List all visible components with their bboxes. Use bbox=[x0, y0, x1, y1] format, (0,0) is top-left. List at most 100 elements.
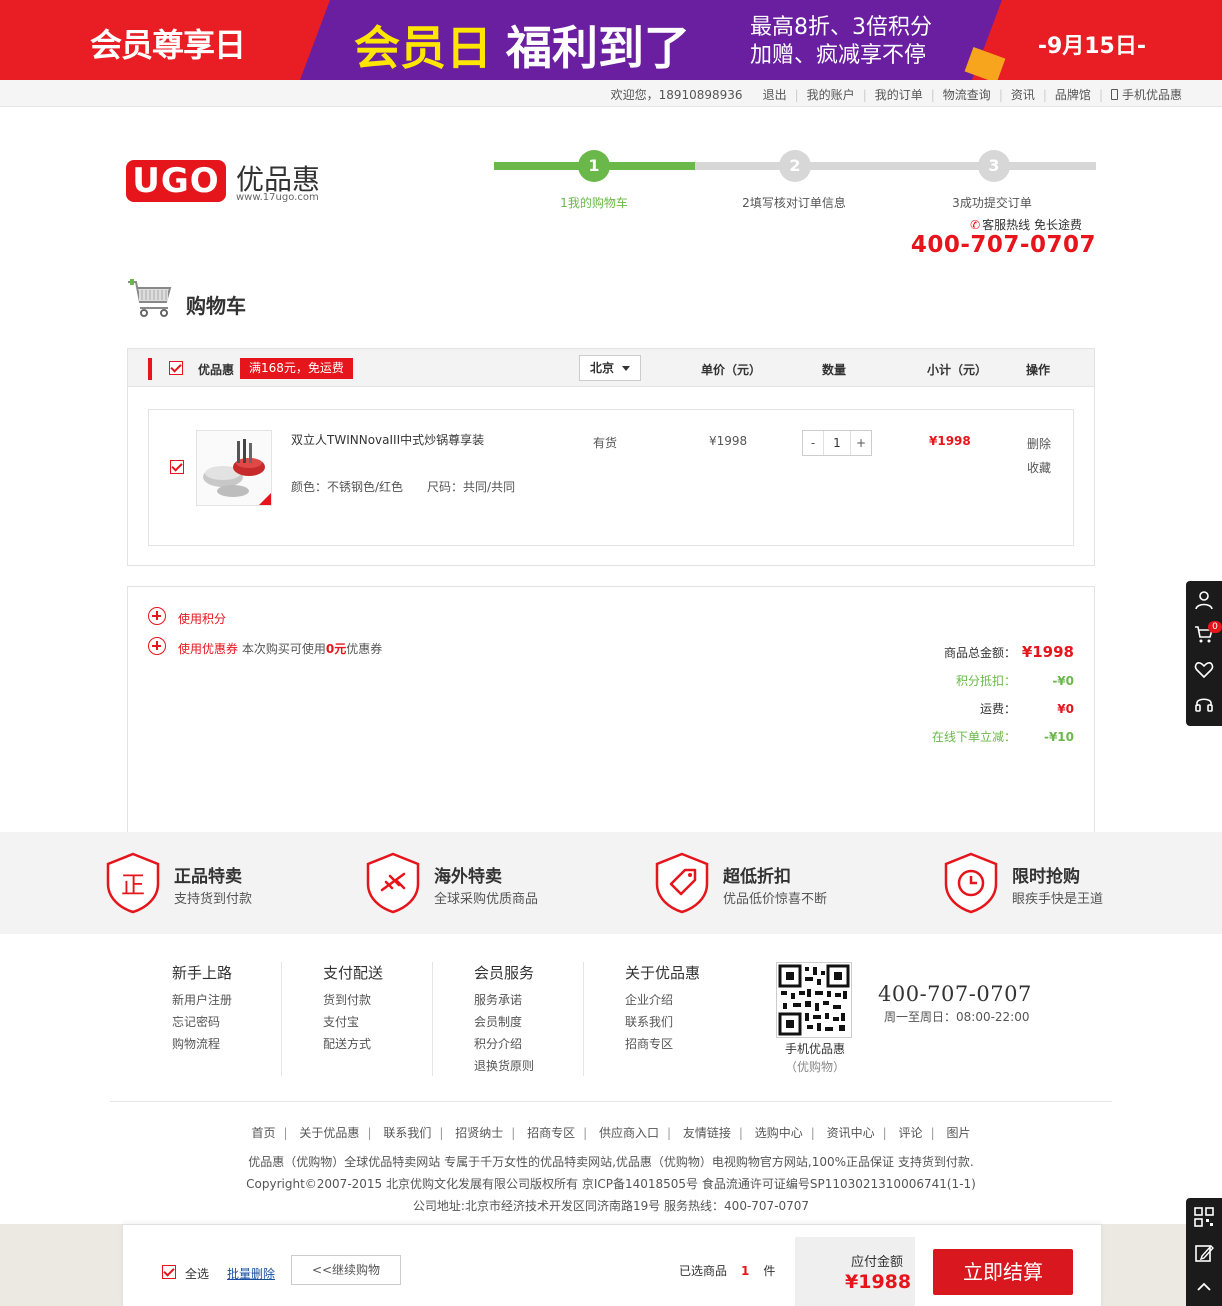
qr-caption-sub: （优购物） bbox=[784, 1060, 845, 1074]
footer-link[interactable]: 忘记密码 bbox=[172, 1011, 281, 1033]
logo-mark: UGO bbox=[126, 160, 226, 202]
footer-link-friends[interactable]: 友情链接 bbox=[683, 1126, 731, 1140]
footer-link-contact[interactable]: 联系我们 bbox=[383, 1126, 431, 1140]
genuine-glyph: 正 bbox=[121, 871, 145, 899]
use-coupon-line: 使用优惠券 本次购买可使用0元优惠券 bbox=[178, 640, 382, 657]
heart-icon[interactable] bbox=[1186, 653, 1222, 687]
separator: | bbox=[667, 1126, 672, 1140]
separator: | bbox=[367, 1126, 372, 1140]
footer-link[interactable]: 新用户注册 bbox=[172, 989, 281, 1011]
col-operations: 操作 bbox=[1026, 363, 1051, 377]
chevron-down-icon bbox=[622, 366, 630, 371]
product-name-link[interactable]: 双立人TWINNovaIII中式炒锅尊享装 bbox=[291, 428, 491, 452]
mobile-link[interactable]: 手机优品惠 bbox=[1110, 86, 1182, 103]
footer-link[interactable]: 支付宝 bbox=[323, 1011, 432, 1033]
my-account-link[interactable]: 我的账户 bbox=[807, 86, 855, 103]
headset-icon[interactable] bbox=[1186, 687, 1222, 721]
separator: | bbox=[930, 1126, 935, 1140]
footer-col-title: 支付配送 bbox=[323, 964, 384, 982]
product-image-icon bbox=[197, 431, 271, 505]
footer-link-images[interactable]: 图片 bbox=[946, 1126, 970, 1140]
add-points-icon[interactable] bbox=[148, 607, 166, 625]
welcome-text: 欢迎您，18910898936 bbox=[610, 88, 743, 102]
footer-link[interactable]: 退换货原则 bbox=[474, 1055, 583, 1077]
payable-label: 应付金额 bbox=[851, 1255, 904, 1270]
qty-input[interactable]: 1 bbox=[823, 431, 851, 455]
footer-link-news-center[interactable]: 资讯中心 bbox=[827, 1126, 875, 1140]
footer-link[interactable]: 服务承诺 bbox=[474, 989, 583, 1011]
footer-link-about[interactable]: 关于优品惠 bbox=[299, 1126, 359, 1140]
product-color: 颜色：不锈钢色/红色 bbox=[291, 480, 404, 494]
phone-icon: ✆ bbox=[970, 218, 981, 232]
shipping-value: ¥0 bbox=[1057, 702, 1074, 716]
cart-icon[interactable]: 0 bbox=[1186, 617, 1222, 651]
hotline-text: 客服热线 免长途费 bbox=[982, 218, 1082, 232]
footer-link[interactable]: 货到付款 bbox=[323, 989, 432, 1011]
footer-link[interactable]: 企业介绍 bbox=[625, 989, 735, 1011]
shop-select-checkbox[interactable] bbox=[169, 361, 183, 375]
item-operations: 删除 收藏 bbox=[1027, 432, 1051, 480]
footer-link-merchants[interactable]: 招商专区 bbox=[527, 1126, 575, 1140]
total-amount-label: 商品总金额： bbox=[943, 646, 1016, 660]
online-discount-label: 在线下单立减： bbox=[931, 730, 1016, 744]
checkout-steps: 1 2 3 1我的购物车 2填写核对订单信息 3成功提交订单 bbox=[494, 150, 1096, 210]
product-attributes: 颜色：不锈钢色/红色 尺码：共同/共同 bbox=[291, 478, 515, 495]
feature-subtitle: 支持货到付款 bbox=[174, 892, 253, 907]
product-thumbnail[interactable] bbox=[196, 430, 272, 506]
top-nav-bar: 欢迎您，18910898936 | 退出 | 我的账户 | 我的订单 | 物流查… bbox=[0, 80, 1222, 107]
step-1-circle: 1 bbox=[578, 150, 610, 182]
use-points-label: 使用积分 bbox=[178, 612, 227, 626]
site-logo[interactable]: UGO 优品惠 www.17ugo.com bbox=[126, 160, 320, 203]
back-to-top-icon[interactable] bbox=[1186, 1270, 1222, 1304]
feature-title: 海外特卖 bbox=[434, 867, 502, 887]
batch-delete-link[interactable]: 批量删除 bbox=[227, 1265, 275, 1282]
item-select-checkbox[interactable] bbox=[170, 460, 184, 474]
my-orders-link[interactable]: 我的订单 bbox=[875, 86, 923, 103]
continue-shopping-button[interactable]: <<继续购物 bbox=[291, 1255, 401, 1285]
footer-link-home[interactable]: 首页 bbox=[252, 1126, 276, 1140]
user-icon[interactable] bbox=[1186, 583, 1222, 617]
footer-link[interactable]: 会员制度 bbox=[474, 1011, 583, 1033]
side-toolbar: 0 bbox=[1186, 581, 1222, 726]
step-2-label: 2填写核对订单信息 bbox=[742, 196, 846, 210]
footer-link-reviews[interactable]: 评论 bbox=[899, 1126, 923, 1140]
qty-decrease-button[interactable]: - bbox=[803, 431, 823, 455]
delete-item-link[interactable]: 删除 bbox=[1027, 432, 1051, 456]
col-subtotal: 小计（元） bbox=[927, 363, 988, 377]
separator: | bbox=[1042, 87, 1047, 102]
use-points-link[interactable]: 使用积分 bbox=[178, 610, 226, 627]
footer-col-beginner: 新手上路 新用户注册 忘记密码 购物流程 bbox=[172, 962, 282, 1076]
region-value: 北京 bbox=[590, 361, 615, 375]
region-select[interactable]: 北京 bbox=[579, 355, 641, 381]
footer-link-suppliers[interactable]: 供应商入口 bbox=[599, 1126, 659, 1140]
footer-link-jobs[interactable]: 招贤纳士 bbox=[455, 1126, 503, 1140]
qr-code-icon[interactable] bbox=[1186, 1200, 1222, 1234]
promo-banner[interactable]: 会员尊享日 会员日 福利到了 最高8折、3倍积分 加赠、疯减享不停 -9月15日… bbox=[0, 0, 1222, 80]
footer-link[interactable]: 招商专区 bbox=[625, 1033, 735, 1055]
checkout-button[interactable]: 立即结算 bbox=[933, 1249, 1073, 1295]
separator: | bbox=[810, 1126, 815, 1140]
favorite-item-link[interactable]: 收藏 bbox=[1027, 456, 1051, 480]
footer-link[interactable]: 购物流程 bbox=[172, 1033, 281, 1055]
edit-feedback-icon[interactable] bbox=[1186, 1236, 1222, 1270]
footer-link[interactable]: 联系我们 bbox=[625, 1011, 735, 1033]
footer-col-payment: 支付配送 货到付款 支付宝 配送方式 bbox=[323, 962, 433, 1076]
select-all-checkbox[interactable] bbox=[162, 1265, 176, 1279]
stock-status: 有货 bbox=[593, 436, 618, 450]
qty-increase-button[interactable]: + bbox=[851, 431, 871, 455]
footer-link[interactable]: 配送方式 bbox=[323, 1033, 432, 1055]
add-coupon-icon[interactable] bbox=[148, 637, 166, 655]
banner-date: -9月15日- bbox=[1037, 34, 1146, 59]
feature-subtitle: 眼疾手快是王道 bbox=[1012, 892, 1104, 907]
footer-link-shopping-center[interactable]: 选购中心 bbox=[755, 1126, 803, 1140]
brands-link[interactable]: 品牌馆 bbox=[1055, 86, 1091, 103]
footer-link[interactable]: 积分介绍 bbox=[474, 1033, 583, 1055]
separator: | bbox=[738, 1126, 743, 1140]
total-amount-value: ¥1998 bbox=[1021, 643, 1074, 661]
use-coupon-link[interactable]: 使用优惠券 bbox=[178, 642, 238, 656]
news-link[interactable]: 资讯 bbox=[1011, 86, 1035, 103]
banner-subtitle: 最高8折、3倍积分 加赠、疯减享不停 bbox=[750, 14, 932, 70]
logistics-link[interactable]: 物流查询 bbox=[943, 86, 991, 103]
logout-link[interactable]: 退出 bbox=[763, 86, 787, 103]
select-all-label[interactable]: 全选 bbox=[185, 1265, 209, 1282]
